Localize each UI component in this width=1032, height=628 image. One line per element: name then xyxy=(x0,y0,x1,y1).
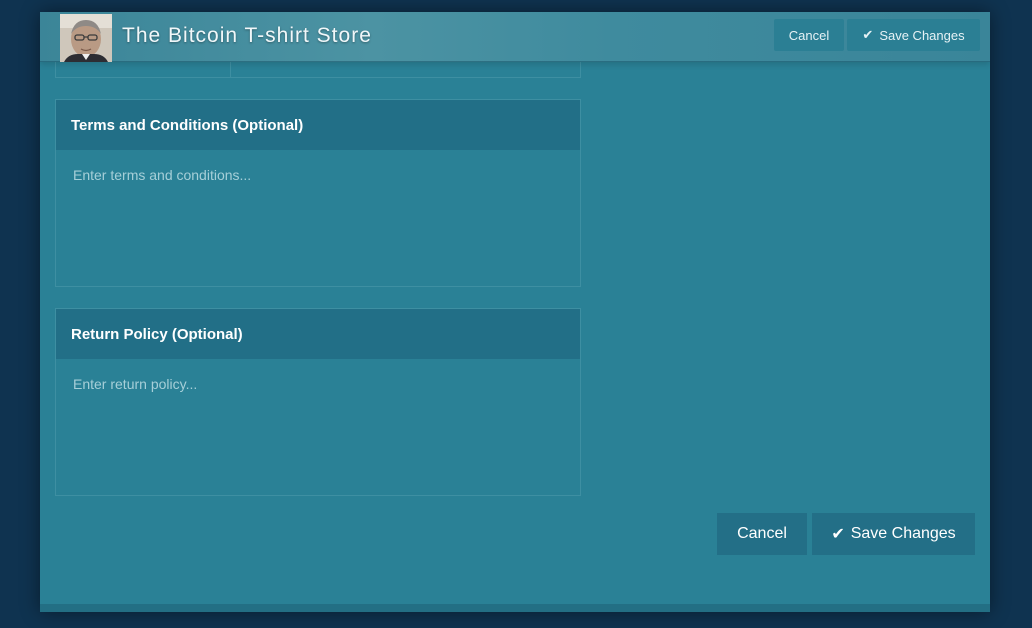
window-bottom-bar xyxy=(40,604,990,612)
store-avatar xyxy=(60,14,112,62)
header-cancel-button[interactable]: Cancel xyxy=(774,19,844,51)
footer-cancel-label: Cancel xyxy=(737,525,787,542)
footer-save-label: Save Changes xyxy=(850,525,956,542)
footer-cancel-button[interactable]: Cancel xyxy=(717,513,807,555)
terms-panel-title: Terms and Conditions (Optional) xyxy=(56,100,580,150)
store-header: The Bitcoin T-shirt Store Cancel ✔ Save … xyxy=(40,12,990,62)
terms-panel: Terms and Conditions (Optional) xyxy=(55,99,581,287)
check-icon: ✔ xyxy=(831,526,845,543)
return-policy-panel-title: Return Policy (Optional) xyxy=(56,309,580,359)
return-policy-textarea[interactable] xyxy=(56,359,580,495)
avatar-portrait-icon xyxy=(60,14,112,62)
footer-save-button[interactable]: ✔ Save Changes xyxy=(812,513,975,555)
return-policy-panel: Return Policy (Optional) xyxy=(55,308,581,496)
settings-window: The Bitcoin T-shirt Store Cancel ✔ Save … xyxy=(40,12,990,612)
store-title: The Bitcoin T-shirt Store xyxy=(122,24,372,47)
header-save-button[interactable]: ✔ Save Changes xyxy=(847,19,980,51)
header-save-label: Save Changes xyxy=(879,27,965,43)
terms-textarea[interactable] xyxy=(56,150,580,286)
header-cancel-label: Cancel xyxy=(788,27,830,43)
check-icon: ✔ xyxy=(862,27,874,42)
